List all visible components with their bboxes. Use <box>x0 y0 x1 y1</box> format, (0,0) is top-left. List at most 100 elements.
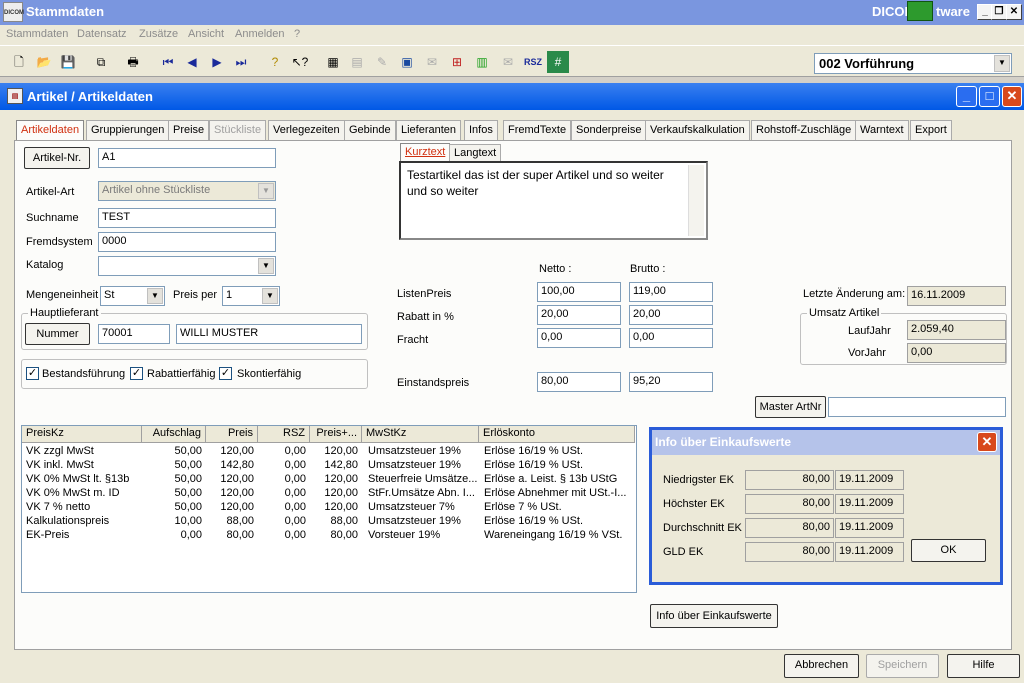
skonto-checkbox[interactable]: ✓ <box>219 367 232 380</box>
tab-gebinde[interactable]: Gebinde <box>344 120 396 141</box>
first-record-icon[interactable]: ⏮ <box>157 51 179 73</box>
close-dialog-button[interactable]: ✕ <box>977 432 997 452</box>
tab-rohstoff-zuschlaege[interactable]: Rohstoff-Zuschläge <box>751 120 857 141</box>
tab-artikeldaten[interactable]: Artikeldaten <box>16 120 85 141</box>
calculator-icon[interactable]: ▦ <box>322 51 344 73</box>
tab-verlegezeiten[interactable]: Verlegezeiten <box>268 120 345 141</box>
mengeneinheit-select[interactable]: St ▼ <box>100 286 165 306</box>
save-icon[interactable]: 💾 <box>57 51 79 73</box>
open-folder-icon[interactable]: 📂 <box>33 51 55 73</box>
einstandspreis-netto-input[interactable]: 80,00 <box>537 372 621 392</box>
menu-zusaetze[interactable]: Zusätze <box>139 28 178 40</box>
speichern-button[interactable]: Speichern <box>866 654 939 678</box>
col-preis-plus[interactable]: Preis+... <box>310 426 362 443</box>
maximize-window-button[interactable]: □ <box>979 86 1000 107</box>
master-artnr-input[interactable] <box>828 397 1006 417</box>
tab-sonderpreise[interactable]: Sonderpreise <box>571 120 647 141</box>
menu-datensatz[interactable]: Datensatz <box>77 28 127 40</box>
report-icon[interactable]: ▣ <box>396 51 418 73</box>
tab-stueckliste[interactable]: Stückliste <box>209 120 267 141</box>
table-row[interactable]: VK 7 % netto 50,00 120,00 0,00 120,00 Umsatzs… <box>22 501 636 515</box>
artikel-nr-input[interactable]: A1 <box>98 148 276 168</box>
bar-chart-icon[interactable]: ▥ <box>471 51 493 73</box>
menu-anmelden[interactable]: Anmelden <box>235 28 285 40</box>
col-rsz[interactable]: RSZ <box>258 426 310 443</box>
rabatt-brutto-input[interactable]: 20,00 <box>629 305 713 325</box>
tab-export[interactable]: Export <box>910 120 952 141</box>
prev-record-icon[interactable]: ◀ <box>181 51 203 73</box>
artikel-nr-button[interactable]: Artikel-Nr. <box>24 147 90 169</box>
master-artnr-button[interactable]: Master ArtNr <box>755 396 826 418</box>
listenpreis-netto-input[interactable]: 100,00 <box>537 282 621 302</box>
next-record-icon[interactable]: ▶ <box>206 51 228 73</box>
tab-fremdtexte[interactable]: FremdTexte <box>503 120 572 141</box>
printer-status-icon[interactable] <box>907 1 933 21</box>
menu-ansicht[interactable]: Ansicht <box>188 28 224 40</box>
close-window-button[interactable]: ✕ <box>1002 86 1022 107</box>
table-row[interactable]: VK inkl. MwSt 50,00 142,80 0,00 142,80 Umsatz… <box>22 459 636 473</box>
restore-app-button[interactable]: ❐ <box>991 4 1007 20</box>
grid-icon[interactable]: ▤ <box>346 51 368 73</box>
table-row[interactable]: EK-Preis 0,00 80,00 0,00 80,00 Vorsteuer 19% W… <box>22 529 636 543</box>
tab-langtext[interactable]: Langtext <box>449 144 502 161</box>
lieferant-nr-input[interactable]: 70001 <box>98 324 170 344</box>
tab-warntext[interactable]: Warntext <box>855 120 909 141</box>
artikel-art-select[interactable]: Artikel ohne Stückliste ▼ <box>98 181 276 201</box>
table-row[interactable]: Kalkulationspreis 10,00 88,00 0,00 88,00 Umsa… <box>22 515 636 529</box>
dialog-ok-button[interactable]: OK <box>911 539 986 562</box>
fracht-netto-input[interactable]: 0,00 <box>537 328 621 348</box>
table-row[interactable]: VK zzgl MwSt 50,00 120,00 0,00 120,00 Umsatzs… <box>22 445 636 459</box>
tab-infos[interactable]: Infos <box>464 120 498 141</box>
new-document-icon[interactable]: 🗋 <box>8 51 30 73</box>
lieferant-name-input[interactable]: WILLI MUSTER <box>176 324 362 344</box>
info-einkaufswerte-button[interactable]: Info über Einkaufswerte <box>650 604 778 628</box>
kurztext-textarea[interactable]: Testartikel das ist der super Artikel un… <box>399 161 708 240</box>
chevron-down-icon[interactable]: ▼ <box>994 55 1010 72</box>
table-row[interactable]: VK 0% MwSt m. ID 50,00 120,00 0,00 120,00 StF… <box>22 487 636 501</box>
tab-kurztext[interactable]: Kurztext <box>400 143 451 161</box>
col-erloeskonto[interactable]: Erlöskonto <box>479 426 635 443</box>
col-mwstkz[interactable]: MwStKz <box>362 426 479 443</box>
menu-stammdaten[interactable]: Stammdaten <box>6 28 68 40</box>
bestand-checkbox[interactable]: ✓ <box>26 367 39 380</box>
hilfe-button[interactable]: Hilfe <box>947 654 1020 678</box>
envelope-icon[interactable]: ✉ <box>497 51 519 73</box>
tab-preise[interactable]: Preise <box>168 120 210 141</box>
listenpreis-brutto-input[interactable]: 119,00 <box>629 282 713 302</box>
context-help-icon[interactable]: ↖? <box>289 51 311 73</box>
fracht-brutto-input[interactable]: 0,00 <box>629 328 713 348</box>
chevron-down-icon[interactable]: ▼ <box>147 288 163 304</box>
tab-gruppierungen[interactable]: Gruppierungen <box>86 120 170 141</box>
kurztext-scrollbar[interactable] <box>688 165 704 236</box>
minimize-window-button[interactable]: _ <box>956 86 977 107</box>
rabatt-checkbox[interactable]: ✓ <box>130 367 143 380</box>
company-select[interactable]: 002 Vorführung ▼ <box>814 53 1012 74</box>
tree-icon[interactable]: ⊞ <box>446 51 468 73</box>
preis-per-select[interactable]: 1 ▼ <box>222 286 280 306</box>
einstandspreis-brutto-input[interactable]: 95,20 <box>629 372 713 392</box>
chevron-down-icon[interactable]: ▼ <box>258 258 274 274</box>
notes-icon[interactable]: ✎ <box>371 51 393 73</box>
close-app-button[interactable]: ✕ <box>1006 4 1022 20</box>
suchname-input[interactable]: TEST <box>98 208 276 228</box>
col-aufschlag[interactable]: Aufschlag <box>142 426 206 443</box>
tab-lieferanten[interactable]: Lieferanten <box>396 120 462 141</box>
fremdsystem-input[interactable]: 0000 <box>98 232 276 252</box>
menu-help[interactable]: ? <box>294 28 300 40</box>
katalog-select[interactable]: ▼ <box>98 256 276 276</box>
mail-icon[interactable]: ✉ <box>421 51 443 73</box>
nummer-button[interactable]: Nummer <box>25 323 90 345</box>
last-record-icon[interactable]: ⏭ <box>230 51 252 73</box>
copy-icon[interactable]: ⧉ <box>90 51 112 73</box>
print-icon[interactable]: 🖶 <box>122 51 144 73</box>
help-icon[interactable]: ? <box>264 51 286 73</box>
rabatt-netto-input[interactable]: 20,00 <box>537 305 621 325</box>
table-row[interactable]: VK 0% MwSt lt. §13b 50,00 120,00 0,00 120,00… <box>22 473 636 487</box>
rsz-button[interactable]: RSZ <box>521 51 545 73</box>
col-preis[interactable]: Preis <box>206 426 258 443</box>
col-preiskz[interactable]: PreisKz <box>22 426 142 443</box>
grid-view-icon[interactable]: # <box>547 51 569 73</box>
abbrechen-button[interactable]: Abbrechen <box>784 654 859 678</box>
tab-verkaufskalkulation[interactable]: Verkaufskalkulation <box>645 120 750 141</box>
chevron-down-icon[interactable]: ▼ <box>262 288 278 304</box>
